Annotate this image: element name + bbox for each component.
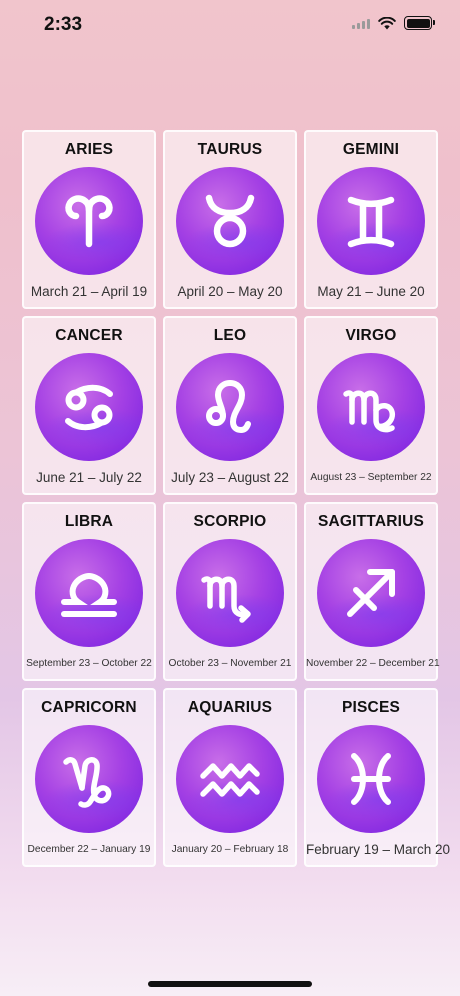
sign-name: TAURUS xyxy=(197,141,263,158)
taurus-medallion xyxy=(176,167,284,275)
virgo-medallion xyxy=(317,353,425,461)
sign-dates: November 22 – December 21 xyxy=(306,658,440,669)
zodiac-card-capricorn[interactable]: CAPRICORN December 22 – January 19 xyxy=(22,688,156,867)
battery-icon xyxy=(404,16,435,30)
sign-dates: April 20 – May 20 xyxy=(177,284,283,299)
status-bar: 2:33 xyxy=(0,0,460,52)
aquarius-medallion xyxy=(176,725,284,833)
sign-name: CANCER xyxy=(55,327,123,344)
zodiac-card-taurus[interactable]: TAURUS April 20 – May 20 xyxy=(163,130,297,309)
status-time: 2:33 xyxy=(44,14,83,35)
aquarius-icon xyxy=(200,763,260,797)
zodiac-card-aries[interactable]: ARIES March 21 – April 19 xyxy=(22,130,156,309)
taurus-icon xyxy=(205,194,255,248)
virgo-icon xyxy=(343,390,396,433)
capricorn-icon xyxy=(63,757,112,808)
sign-name: LEO xyxy=(213,327,247,344)
leo-medallion xyxy=(176,353,284,461)
sign-dates: August 23 – September 22 xyxy=(310,472,432,483)
sign-name: SAGITTARIUS xyxy=(317,513,425,530)
wifi-icon xyxy=(378,16,396,29)
sign-name: ARIES xyxy=(64,141,114,158)
gemini-icon xyxy=(347,196,395,248)
sign-name: PISCES xyxy=(341,699,401,716)
sign-dates: September 23 – October 22 xyxy=(26,658,152,669)
libra-medallion xyxy=(35,539,143,647)
pisces-medallion xyxy=(317,725,425,833)
sign-dates: May 21 – June 20 xyxy=(317,284,425,299)
sign-dates: December 22 – January 19 xyxy=(27,844,151,855)
zodiac-card-sagittarius[interactable]: SAGITTARIUS November 22 – December 21 xyxy=(304,502,440,681)
sign-dates: January 20 – February 18 xyxy=(171,844,289,855)
leo-icon xyxy=(206,379,251,434)
sign-name: LIBRA xyxy=(64,513,114,530)
sagittarius-medallion xyxy=(317,539,425,647)
capricorn-medallion xyxy=(35,725,143,833)
aries-icon xyxy=(65,195,113,248)
scorpio-medallion xyxy=(176,539,284,647)
sign-name: AQUARIUS xyxy=(187,699,273,716)
zodiac-card-libra[interactable]: LIBRA September 23 – October 22 xyxy=(22,502,156,681)
sign-name: SCORPIO xyxy=(193,513,267,530)
sign-dates: July 23 – August 22 xyxy=(171,470,289,485)
sagittarius-icon xyxy=(347,569,395,617)
sign-dates: October 23 – November 21 xyxy=(168,658,292,669)
cancer-medallion xyxy=(35,353,143,461)
cellular-signal-icon xyxy=(352,17,370,29)
zodiac-card-cancer[interactable]: CANCER June 21 – July 22 xyxy=(22,316,156,495)
zodiac-card-pisces[interactable]: PISCES February 19 – March 20 xyxy=(304,688,451,867)
sign-name: GEMINI xyxy=(342,141,400,158)
sign-name: VIRGO xyxy=(345,327,397,344)
zodiac-card-aquarius[interactable]: AQUARIUS January 20 – February 18 xyxy=(163,688,297,867)
sign-name: CAPRICORN xyxy=(41,699,137,716)
zodiac-card-leo[interactable]: LEO July 23 – August 22 xyxy=(163,316,297,495)
cancer-icon xyxy=(65,384,113,431)
pisces-icon xyxy=(351,753,391,805)
sign-dates: March 21 – April 19 xyxy=(30,284,148,299)
libra-icon xyxy=(61,572,117,617)
home-indicator[interactable] xyxy=(148,981,312,987)
scorpio-icon xyxy=(201,576,251,623)
zodiac-card-scorpio[interactable]: SCORPIO October 23 – November 21 xyxy=(163,502,297,681)
zodiac-grid: ARIES March 21 – April 19 TAURUS April 2… xyxy=(22,130,451,867)
zodiac-card-gemini[interactable]: GEMINI May 21 – June 20 xyxy=(304,130,438,309)
aries-medallion xyxy=(35,167,143,275)
sign-dates: February 19 – March 20 xyxy=(306,842,451,857)
gemini-medallion xyxy=(317,167,425,275)
zodiac-card-virgo[interactable]: VIRGO August 23 – September 22 xyxy=(304,316,438,495)
status-icons xyxy=(352,16,435,30)
sign-dates: June 21 – July 22 xyxy=(36,470,142,485)
